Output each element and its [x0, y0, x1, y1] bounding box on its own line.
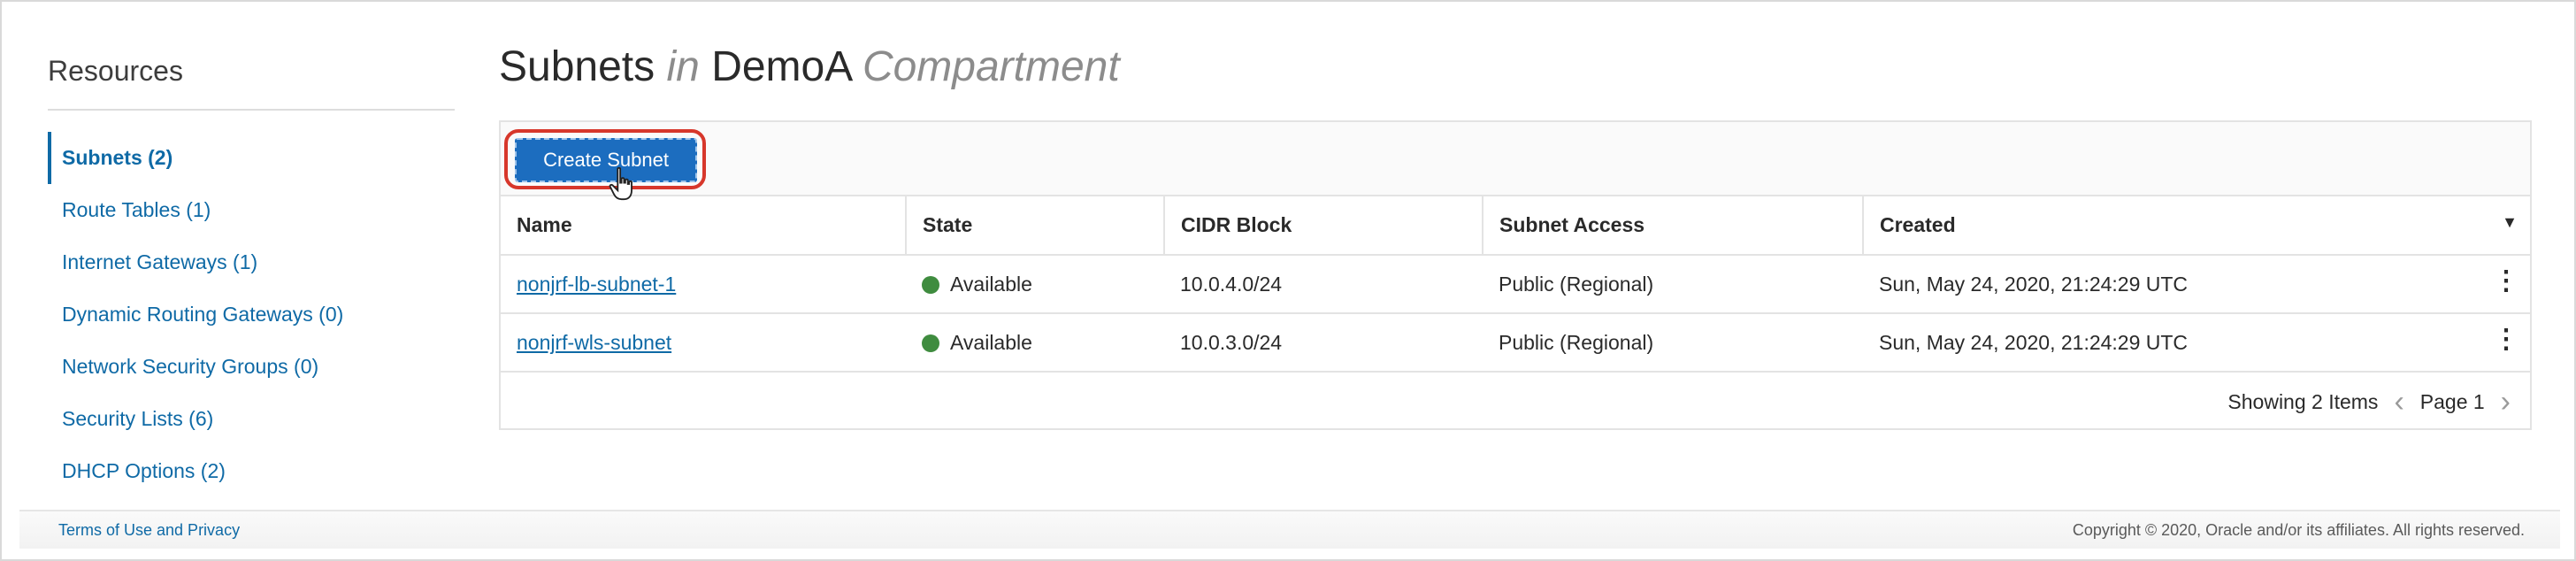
table-row: nonjrf-wls-subnet Available 10.0.3.0/24 …: [501, 313, 2530, 373]
subnets-panel: Create Subnet Name State CIDR Block Subn…: [499, 120, 2532, 430]
table-row: nonjrf-lb-subnet-1 Available 10.0.4.0/24…: [501, 255, 2530, 314]
subnet-access: Public (Regional): [1483, 255, 1863, 314]
showing-items-count: Showing 2 Items: [2227, 389, 2379, 413]
subnet-name-link[interactable]: nonjrf-lb-subnet-1: [517, 273, 676, 296]
next-page-icon[interactable]: ›: [2501, 387, 2511, 417]
sidebar-item-network-security-groups[interactable]: Network Security Groups (0): [48, 341, 455, 393]
subnet-created: Sun, May 24, 2020, 21:24:29 UTC: [1879, 272, 2189, 296]
column-header-created-label: Created: [1880, 213, 1956, 236]
sidebar-item-route-tables[interactable]: Route Tables (1): [48, 184, 455, 236]
copyright-text: Copyright © 2020, Oracle and/or its affi…: [2072, 520, 2525, 539]
sidebar-item-subnets[interactable]: Subnets (2): [48, 132, 455, 184]
console-window: Resources Subnets (2) Route Tables (1) I…: [0, 0, 2576, 561]
table-pager: Showing 2 Items ‹ Page 1 ›: [501, 373, 2530, 431]
page-title-suffix: Compartment: [862, 43, 1120, 90]
table-header-row: Name State CIDR Block Subnet Access Crea…: [501, 196, 2530, 256]
page-title-compartment: DemoA: [711, 43, 851, 90]
sidebar-item-internet-gateways[interactable]: Internet Gateways (1): [48, 236, 455, 288]
sidebar-item-security-lists[interactable]: Security Lists (6): [48, 393, 455, 445]
row-actions-kebab-icon[interactable]: ⋮: [2493, 267, 2519, 294]
subnet-name-link[interactable]: nonjrf-wls-subnet: [517, 331, 671, 354]
subnet-state: Available: [950, 272, 1032, 296]
page-number: Page 1: [2419, 389, 2485, 413]
subnets-table: Name State CIDR Block Subnet Access Crea…: [501, 196, 2530, 373]
sidebar-item-dynamic-routing-gateways[interactable]: Dynamic Routing Gateways (0): [48, 288, 455, 341]
page-title: Subnets in DemoA Compartment: [499, 42, 1120, 91]
column-header-state[interactable]: State: [906, 196, 1165, 256]
sidebar-item-dhcp-options[interactable]: DHCP Options (2): [48, 445, 455, 497]
subnet-access: Public (Regional): [1483, 313, 1863, 373]
subnet-created: Sun, May 24, 2020, 21:24:29 UTC: [1879, 330, 2189, 354]
hand-cursor-icon: [609, 166, 632, 201]
column-header-name[interactable]: Name: [501, 196, 907, 256]
page-title-in: in: [666, 43, 700, 90]
previous-page-icon[interactable]: ‹: [2394, 387, 2404, 417]
subnet-state: Available: [950, 330, 1032, 354]
column-header-created[interactable]: Created ▼: [1863, 196, 2530, 256]
page-title-resource: Subnets: [499, 43, 656, 90]
page-footer: Terms of Use and Privacy Copyright © 202…: [19, 510, 2560, 549]
table-toolbar: Create Subnet: [501, 122, 2530, 201]
sort-down-icon[interactable]: ▼: [2502, 213, 2518, 232]
terms-link[interactable]: Terms of Use and Privacy: [58, 521, 240, 540]
sidebar-title: Resources: [48, 55, 455, 111]
subnet-cidr: 10.0.4.0/24: [1164, 255, 1483, 314]
row-actions-kebab-icon[interactable]: ⋮: [2493, 326, 2519, 352]
subnet-cidr: 10.0.3.0/24: [1164, 313, 1483, 373]
resources-sidebar: Resources Subnets (2) Route Tables (1) I…: [48, 55, 455, 497]
column-header-cidr-block[interactable]: CIDR Block: [1164, 196, 1484, 256]
column-header-subnet-access[interactable]: Subnet Access: [1483, 196, 1864, 256]
status-available-icon: [922, 276, 939, 295]
status-available-icon: [922, 334, 939, 353]
sidebar-list: Subnets (2) Route Tables (1) Internet Ga…: [48, 132, 455, 497]
create-subnet-button[interactable]: Create Subnet: [515, 138, 697, 182]
